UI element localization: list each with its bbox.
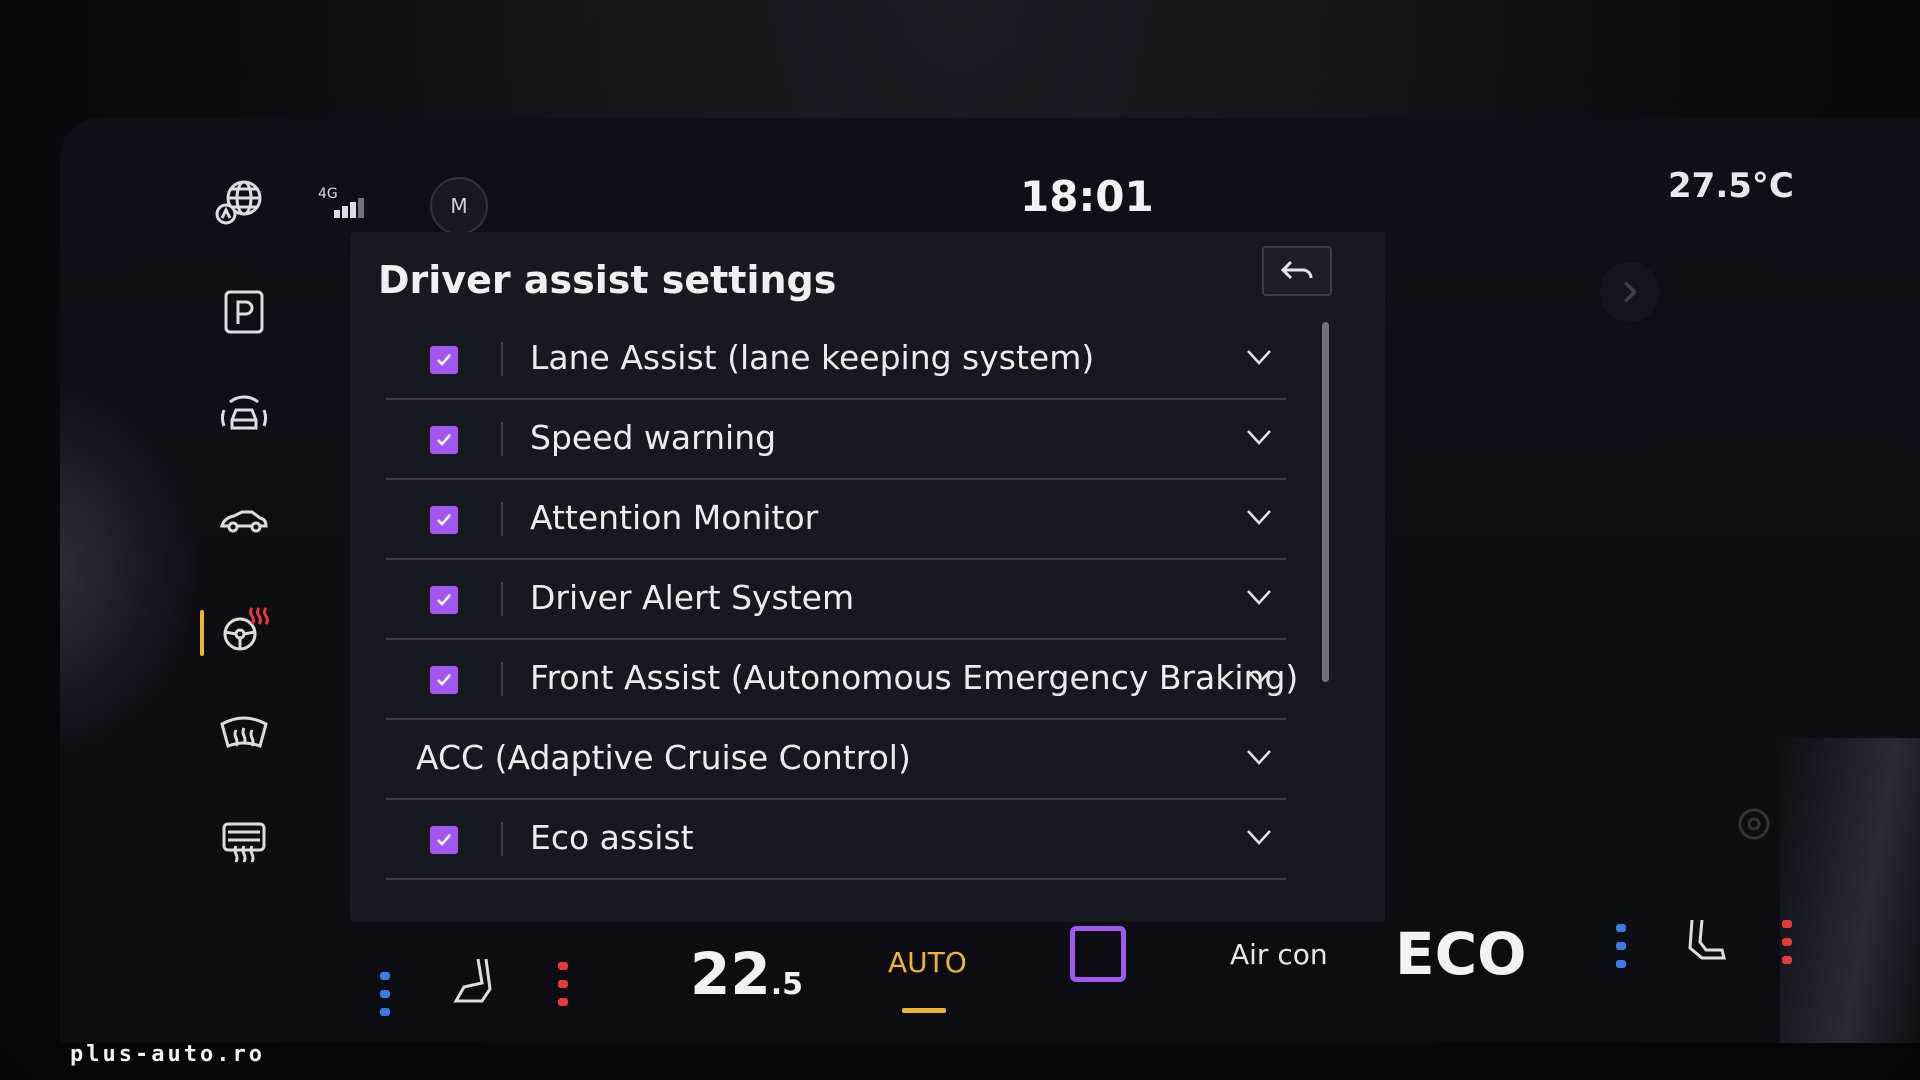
chevron-down-icon[interactable]: [1244, 742, 1274, 772]
seat-heat-level-driver: [380, 972, 392, 1016]
list-item-label: Speed warning: [530, 418, 777, 457]
eco-button[interactable]: ECO: [1395, 920, 1527, 988]
divider: [501, 342, 503, 376]
divider: [501, 662, 503, 696]
list-item[interactable]: Driver Alert System: [386, 560, 1286, 640]
divider: [501, 822, 503, 856]
screen-glare: [60, 378, 200, 758]
list-item-label: Lane Assist (lane keeping system): [530, 338, 1095, 377]
seat-heat-level-passenger: [1616, 924, 1628, 968]
clock: 18:01: [1020, 172, 1154, 221]
car-side-icon[interactable]: [214, 492, 274, 552]
checkbox[interactable]: [430, 586, 458, 614]
divider: [501, 422, 503, 456]
divider: [501, 502, 503, 536]
auto-active-indicator: [902, 1008, 946, 1013]
rear-defrost-icon[interactable]: [214, 810, 274, 870]
checkbox[interactable]: [430, 666, 458, 694]
car-front-sensor-icon[interactable]: [214, 386, 274, 446]
parking-icon[interactable]: [214, 282, 274, 342]
outside-temperature: 27.5°C: [1668, 166, 1794, 206]
list-item-label: Front Assist (Autonomous Emergency Braki…: [530, 658, 1299, 697]
temperature-main: 22: [690, 940, 771, 1008]
watermark: plus-auto.ro: [70, 1042, 265, 1067]
temperature-decimal: .5: [770, 967, 803, 1002]
back-arrow-icon: [1280, 260, 1313, 280]
front-defrost-icon[interactable]: [214, 704, 274, 764]
aircon-button[interactable]: Air con: [1230, 938, 1328, 971]
seat-heat-level-passenger-right: [1782, 920, 1794, 964]
globe-location-icon[interactable]: [214, 178, 266, 226]
chevron-down-icon[interactable]: [1244, 342, 1274, 372]
list-item[interactable]: Lane Assist (lane keeping system): [386, 320, 1286, 400]
profile-button[interactable]: M: [430, 177, 488, 235]
list-item-label: Driver Alert System: [530, 578, 855, 617]
list-item-label: ACC (Adaptive Cruise Control): [416, 738, 911, 777]
chevron-down-icon[interactable]: [1244, 822, 1274, 852]
active-indicator: [200, 610, 204, 656]
list-item[interactable]: ACC (Adaptive Cruise Control): [386, 720, 1286, 800]
heated-steering-wheel-icon[interactable]: [214, 600, 274, 660]
list-item[interactable]: Front Assist (Autonomous Emergency Braki…: [386, 640, 1298, 720]
checkbox[interactable]: [430, 346, 458, 374]
chevron-down-icon[interactable]: [1244, 662, 1274, 692]
auto-climate-button[interactable]: AUTO: [888, 946, 967, 979]
checkbox[interactable]: [430, 426, 458, 454]
cabin-temperature[interactable]: 22.5: [690, 940, 803, 1008]
checkbox[interactable]: [430, 506, 458, 534]
divider: [501, 582, 503, 616]
list-item-label: Attention Monitor: [530, 498, 819, 537]
checkbox[interactable]: [430, 826, 458, 854]
chevron-down-icon[interactable]: [1244, 422, 1274, 452]
chevron-down-icon[interactable]: [1244, 502, 1274, 532]
back-button[interactable]: [1262, 246, 1332, 296]
list-item[interactable]: Speed warning: [386, 400, 1286, 480]
next-page-icon[interactable]: [1600, 262, 1660, 322]
sidebar: [200, 270, 290, 870]
sync-button[interactable]: [1070, 926, 1126, 982]
scrollbar[interactable]: [1322, 322, 1329, 682]
list-item-label: Eco assist: [530, 818, 694, 857]
settings-gear-icon[interactable]: [1702, 782, 1806, 852]
seat-heat-level-driver-right: [558, 962, 570, 1006]
list-item[interactable]: Attention Monitor: [386, 480, 1286, 560]
page-title: Driver assist settings: [378, 258, 837, 302]
chevron-down-icon[interactable]: [1244, 582, 1274, 612]
list-item[interactable]: Eco assist: [386, 800, 1286, 880]
passenger-seat-icon[interactable]: [1678, 916, 1734, 976]
network-type-label: 4G: [318, 186, 338, 202]
seat-heating-icon[interactable]: [448, 955, 504, 1015]
settings-list: Lane Assist (lane keeping system) Speed …: [386, 320, 1298, 880]
